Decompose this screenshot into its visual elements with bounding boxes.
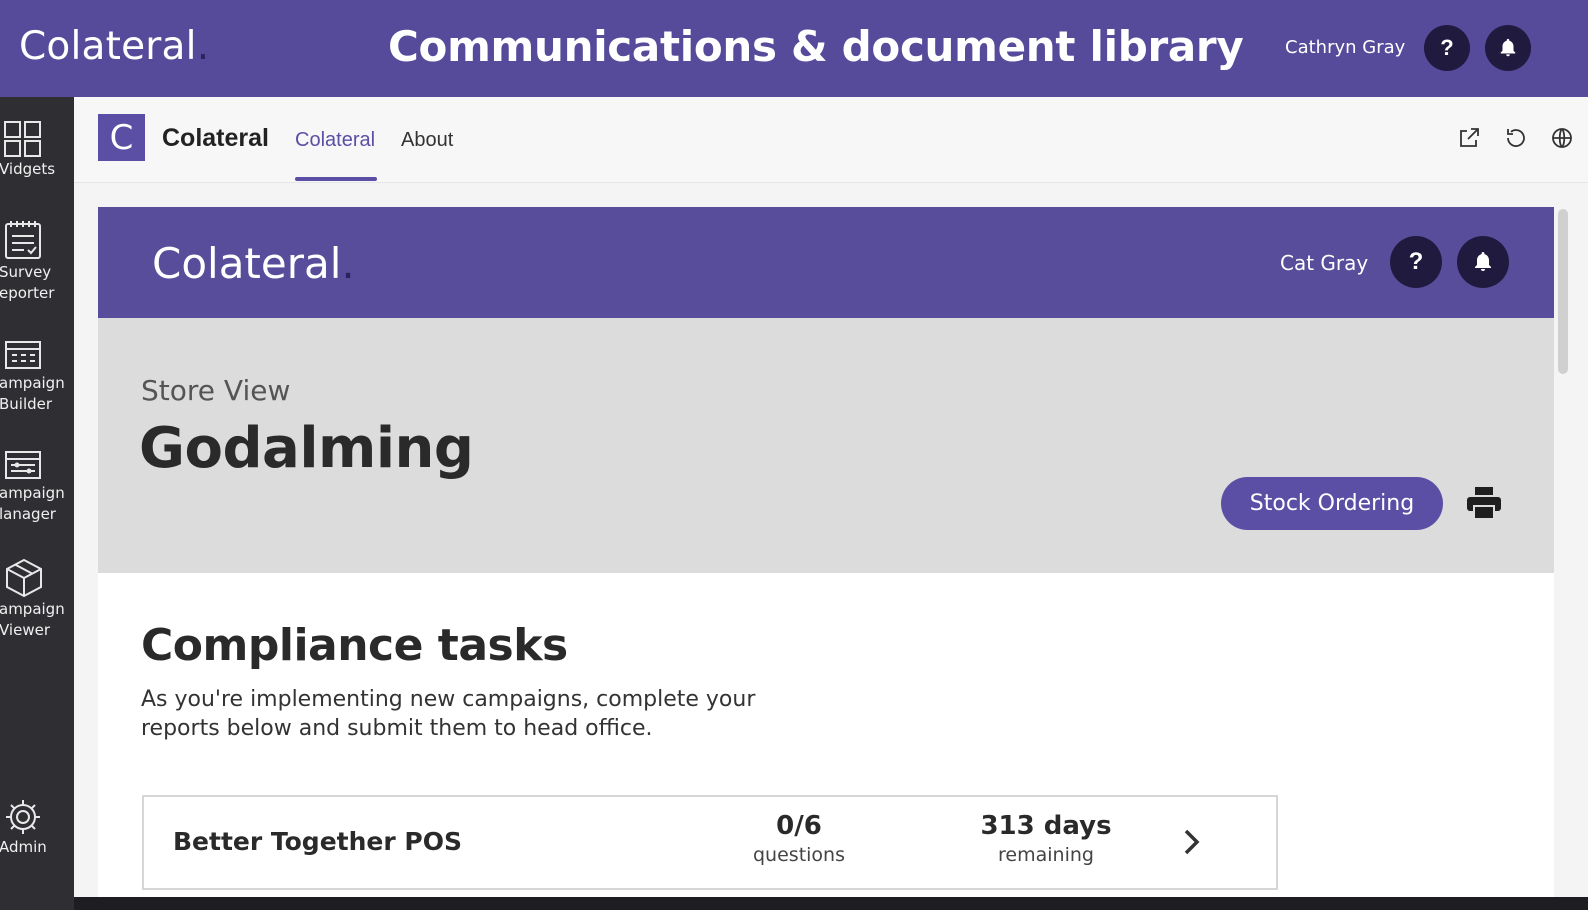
rail-item-widgets[interactable]: Vidgets xyxy=(0,119,74,180)
app-area: C Colateral Colateral About Colateral. C… xyxy=(74,97,1588,897)
task-days-remaining: 313 days remaining xyxy=(976,811,1116,866)
app-name: Colateral xyxy=(162,124,269,152)
help-icon: ? xyxy=(1440,35,1454,60)
app-header: C Colateral Colateral About xyxy=(74,97,1588,183)
print-icon[interactable] xyxy=(1466,486,1502,520)
rail-item-survey-reporter[interactable]: Survey eporter xyxy=(0,218,74,304)
campaign-manager-icon xyxy=(5,451,41,479)
app-logo: C xyxy=(98,114,145,161)
inner-notifications-button[interactable] xyxy=(1457,236,1509,288)
inner-user-name[interactable]: Cat Gray xyxy=(1280,251,1368,275)
user-name[interactable]: Cathryn Gray xyxy=(1285,37,1405,58)
top-header: Colateral. Communications & document lib… xyxy=(0,0,1588,97)
widgets-grid-icon xyxy=(4,121,41,157)
active-tab-indicator xyxy=(295,177,377,181)
compliance-description: As you're implementing new campaigns, co… xyxy=(141,687,756,741)
rail-item-label: ampaign Viewer xyxy=(0,600,65,639)
help-button[interactable]: ? xyxy=(1424,25,1470,71)
tab-about[interactable]: About xyxy=(401,129,453,152)
tab-colateral[interactable]: Colateral xyxy=(295,129,375,152)
rail-item-label: ampaign lanager xyxy=(0,484,65,523)
store-view-label: Store View xyxy=(141,374,291,407)
rail-item-campaign-manager[interactable]: ampaign lanager xyxy=(0,449,74,525)
rail-item-label: Survey eporter xyxy=(0,263,55,302)
refresh-icon[interactable] xyxy=(1504,126,1528,150)
inner-header: Colateral. Cat Gray ? xyxy=(98,207,1554,318)
notifications-button[interactable] xyxy=(1485,25,1531,71)
stock-ordering-button[interactable]: Stock Ordering xyxy=(1221,477,1443,530)
task-name: Better Together POS xyxy=(173,827,462,856)
campaign-viewer-cube-icon xyxy=(6,558,42,598)
rail-item-campaign-builder[interactable]: ampaign Builder xyxy=(0,339,74,415)
chevron-right-icon[interactable] xyxy=(1182,827,1202,857)
bell-icon xyxy=(1500,38,1516,57)
rail-item-campaign-viewer[interactable]: ampaign Viewer xyxy=(0,557,74,641)
survey-clipboard-icon xyxy=(5,221,41,259)
store-name: Godalming xyxy=(139,416,474,481)
open-external-icon[interactable] xyxy=(1457,126,1481,150)
gear-icon xyxy=(6,800,40,834)
rail-item-admin[interactable]: Admin xyxy=(0,797,74,858)
colateral-logo[interactable]: Colateral. xyxy=(19,24,209,69)
rail-item-label: Admin xyxy=(0,838,47,856)
inner-colateral-logo[interactable]: Colateral. xyxy=(152,239,355,288)
task-questions: 0/6 questions xyxy=(744,811,854,866)
rail-item-label: Vidgets xyxy=(0,160,56,178)
page-title: Communications & document library xyxy=(388,22,1244,71)
days-value: 313 days xyxy=(980,811,1112,841)
scrollbar[interactable] xyxy=(1558,209,1568,374)
globe-icon[interactable] xyxy=(1550,126,1574,150)
inner-help-button[interactable]: ? xyxy=(1390,236,1442,288)
rail-item-label: ampaign Builder xyxy=(0,374,65,413)
help-icon: ? xyxy=(1408,248,1424,275)
compliance-task-row[interactable]: Better Together POS 0/6 questions 313 da… xyxy=(142,795,1278,890)
questions-label: questions xyxy=(753,844,845,866)
days-label: remaining xyxy=(998,844,1094,866)
bell-icon xyxy=(1475,252,1491,271)
questions-value: 0/6 xyxy=(776,811,822,841)
campaign-builder-icon xyxy=(5,341,41,369)
left-rail: Vidgets Survey eporter ampaign Builder a… xyxy=(0,97,74,910)
store-view-section: Store View Godalming Stock Ordering xyxy=(98,318,1554,573)
compliance-title: Compliance tasks xyxy=(141,620,568,671)
embedded-store-page: Colateral. Cat Gray ? Store View Godalmi… xyxy=(98,207,1554,897)
